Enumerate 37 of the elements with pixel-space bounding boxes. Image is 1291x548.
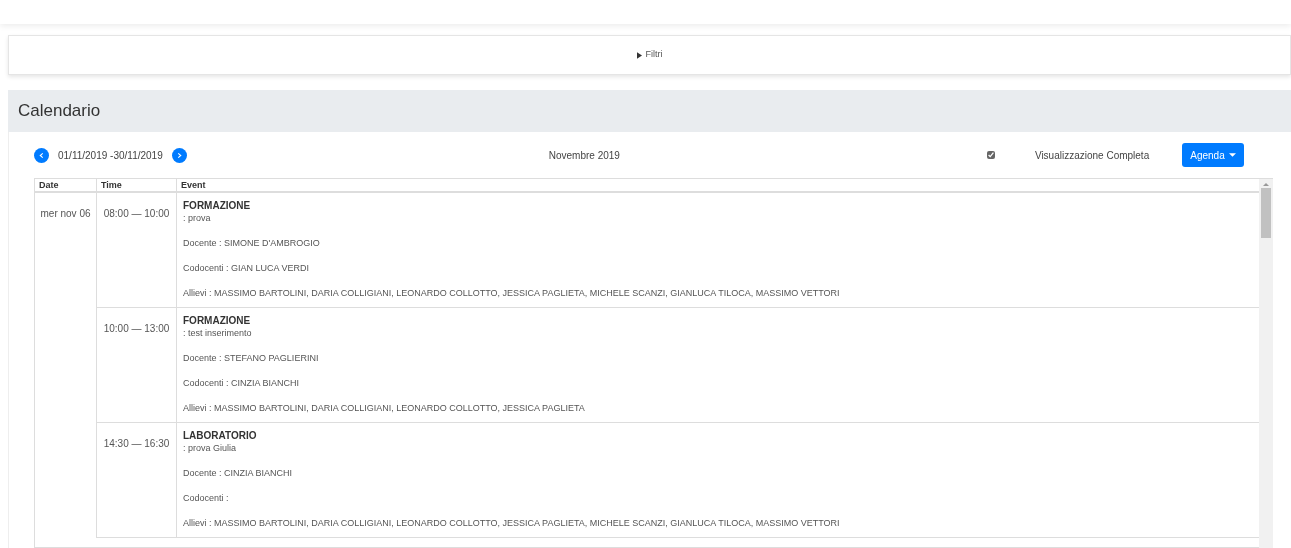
column-header: Event: [180, 179, 207, 191]
caret-icon: [636, 51, 642, 59]
column-header: Time: [97, 179, 177, 191]
event-detail: Allievi : MASSIMO BARTOLINI, DARIA COLLIGIANI, LEONARDO COLLOTTO, JESSICA PAGLIETA, MICHELE SCANZI, GIANLUCA TILOCA, MASSIMO VETTORI: [183, 287, 841, 299]
event-title: FORMAZIONE: [183, 314, 252, 327]
next-button[interactable]: [171, 147, 187, 163]
month-label: Novembre 2019: [548, 148, 620, 163]
event-detail: Docente : CINZIA BIANCHI: [183, 467, 294, 479]
event-detail: Allievi : MASSIMO BARTOLINI, DARIA COLLIGIANI, LEONARDO COLLOTTO, JESSICA PAGLIETA: [183, 402, 586, 414]
scroll-up-icon[interactable]: [1263, 183, 1269, 186]
scrollbar-thumb[interactable]: [1261, 188, 1271, 238]
event-detail: Codocenti : CINZIA BIANCHI: [183, 377, 301, 389]
event-description: : prova: [183, 212, 212, 224]
chevron-right-icon: [176, 152, 182, 158]
event-detail: Allievi : MASSIMO BARTOLINI, DARIA COLLIGIANI, LEONARDO COLLOTTO, JESSICA PAGLIETA, MICHELE SCANZI, GIANLUCA TILOCA, MASSIMO VETTORI: [183, 517, 841, 529]
date-cell: mer nov 06: [40, 208, 91, 219]
event-title: FORMAZIONE: [183, 199, 252, 212]
chevron-left-icon: [39, 152, 44, 158]
column-header: Date: [35, 179, 97, 191]
previous-button[interactable]: [34, 147, 49, 163]
event-detail: Docente : SIMONE D'AMBROGIO: [183, 237, 321, 249]
panel-title: Calendario: [18, 100, 101, 123]
time-cell: 14:30 — 16:30: [103, 438, 170, 449]
full-view-label: Visualizzazione Completa: [1034, 148, 1150, 163]
event-detail: Docente : STEFANO PAGLIERINI: [183, 352, 320, 364]
caret-icon: [1228, 153, 1236, 157]
time-cell: 08:00 — 10:00: [103, 208, 170, 219]
event-detail: Codocenti :: [183, 492, 230, 504]
event-title: LABORATORIO: [183, 429, 258, 442]
event-description: : prova Giulia: [183, 442, 238, 454]
agenda-dropdown[interactable]: Agenda: [1182, 143, 1244, 167]
event-description: : test inserimento: [183, 327, 253, 339]
filters-toggle[interactable]: Filtri: [8, 35, 1291, 75]
time-cell: 10:00 — 13:00: [103, 323, 170, 334]
event-detail: Codocenti : GIAN LUCA VERDI: [183, 262, 311, 274]
full-view-checkbox[interactable]: [986, 151, 995, 159]
date-range: 01/11/2019 -30/11/2019: [58, 148, 163, 163]
